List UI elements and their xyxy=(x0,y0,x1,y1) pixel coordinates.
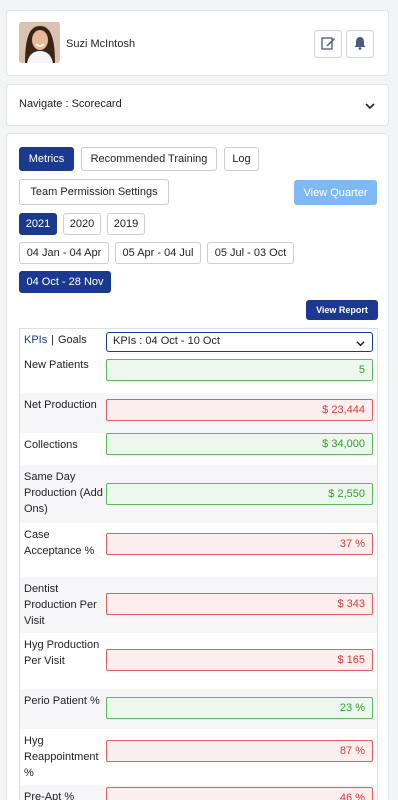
bell-icon xyxy=(353,36,367,53)
year-2019-button[interactable]: 2019 xyxy=(107,213,145,235)
kpi-label: Pre-Apt % xyxy=(24,791,75,800)
kpi-row: Case Acceptance % 37 % xyxy=(20,523,377,577)
avatar[interactable] xyxy=(19,22,60,63)
kpi-value[interactable]: $ 343 xyxy=(106,593,373,615)
kpi-row: Collections $ 34,000 xyxy=(20,433,377,465)
navigate-dropdown[interactable]: Navigate : Scorecard xyxy=(6,84,389,126)
quarter-4-button[interactable]: 04 Oct - 28 Nov xyxy=(19,271,111,293)
week-select[interactable]: KPIs : 04 Oct - 10 Oct xyxy=(106,332,373,352)
kpi-value[interactable]: 23 % xyxy=(106,697,373,719)
tab-kpis[interactable]: KPIs xyxy=(24,334,47,346)
year-2021-button[interactable]: 2021 xyxy=(19,213,57,235)
quarter-2-button[interactable]: 05 Apr - 04 Jul xyxy=(115,242,201,264)
kpi-label: Collections xyxy=(24,439,78,451)
year-2020-button[interactable]: 2020 xyxy=(63,213,101,235)
kpi-label: Dentist Production Per Visit xyxy=(24,583,97,627)
kpi-value[interactable]: 5 xyxy=(106,359,373,381)
tab-metrics[interactable]: Metrics xyxy=(19,147,74,171)
kpi-row: Same Day Production (Add Ons) $ 2,550 xyxy=(20,465,377,523)
kpi-row: Hyg Production Per Visit $ 165 xyxy=(20,633,377,689)
kpi-value[interactable]: 46 % xyxy=(106,787,373,800)
kpi-row: Net Production $ 23,444 xyxy=(20,393,377,433)
user-name: Suzi McIntosh xyxy=(66,38,136,50)
chevron-down-icon xyxy=(364,100,376,114)
tab-goals[interactable]: Goals xyxy=(58,334,87,346)
kpi-row: Perio Patient % 23 % xyxy=(20,689,377,729)
tab-log[interactable]: Log xyxy=(224,147,259,171)
view-quarter-button[interactable]: View Quarter xyxy=(294,180,377,205)
kpi-label: Perio Patient % xyxy=(24,695,100,707)
notifications-button[interactable] xyxy=(346,30,374,58)
kpi-value[interactable]: $ 165 xyxy=(106,649,373,671)
kpi-row: Pre-Apt % 46 % xyxy=(20,785,377,800)
kpi-table-header: KPIs | Goals KPIs : 04 Oct - 10 Oct xyxy=(20,329,377,353)
kpi-value[interactable]: $ 23,444 xyxy=(106,399,373,421)
quarter-1-button[interactable]: 04 Jan - 04 Apr xyxy=(19,242,109,264)
quarter-3-button[interactable]: 05 Jul - 03 Oct xyxy=(207,242,294,264)
kpi-value[interactable]: $ 34,000 xyxy=(106,433,373,455)
chevron-down-icon xyxy=(355,337,366,354)
tab-separator: | xyxy=(51,334,54,346)
navigate-label: Navigate : Scorecard xyxy=(19,98,122,110)
kpi-row: Dentist Production Per Visit $ 343 xyxy=(20,577,377,633)
kpi-label: Same Day Production (Add Ons) xyxy=(24,471,103,515)
week-select-value: KPIs : 04 Oct - 10 Oct xyxy=(113,335,220,347)
edit-button[interactable] xyxy=(314,30,342,58)
kpi-row: New Patients 5 xyxy=(20,353,377,393)
kpi-label: New Patients xyxy=(24,359,89,371)
tab-recommended-training[interactable]: Recommended Training xyxy=(81,147,217,171)
edit-icon xyxy=(320,35,336,54)
tab-team-permission-settings[interactable]: Team Permission Settings xyxy=(19,179,169,205)
kpi-label: Hyg Production Per Visit xyxy=(24,639,100,667)
kpi-value[interactable]: 37 % xyxy=(106,533,373,555)
kpi-row: Hyg Reappointment % 87 % xyxy=(20,729,377,785)
view-report-button[interactable]: View Report xyxy=(306,300,378,320)
scorecard-panel: Metrics Recommended Training Log Team Pe… xyxy=(6,133,389,800)
profile-card: Suzi McIntosh xyxy=(6,10,389,76)
kpi-value[interactable]: 87 % xyxy=(106,740,373,762)
kpi-value[interactable]: $ 2,550 xyxy=(106,483,373,505)
kpi-label: Case Acceptance % xyxy=(24,529,95,557)
kpi-label: Net Production xyxy=(24,399,97,411)
kpi-table: KPIs | Goals KPIs : 04 Oct - 10 Oct New … xyxy=(19,328,378,800)
kpi-label: Hyg Reappointment % xyxy=(24,735,99,779)
